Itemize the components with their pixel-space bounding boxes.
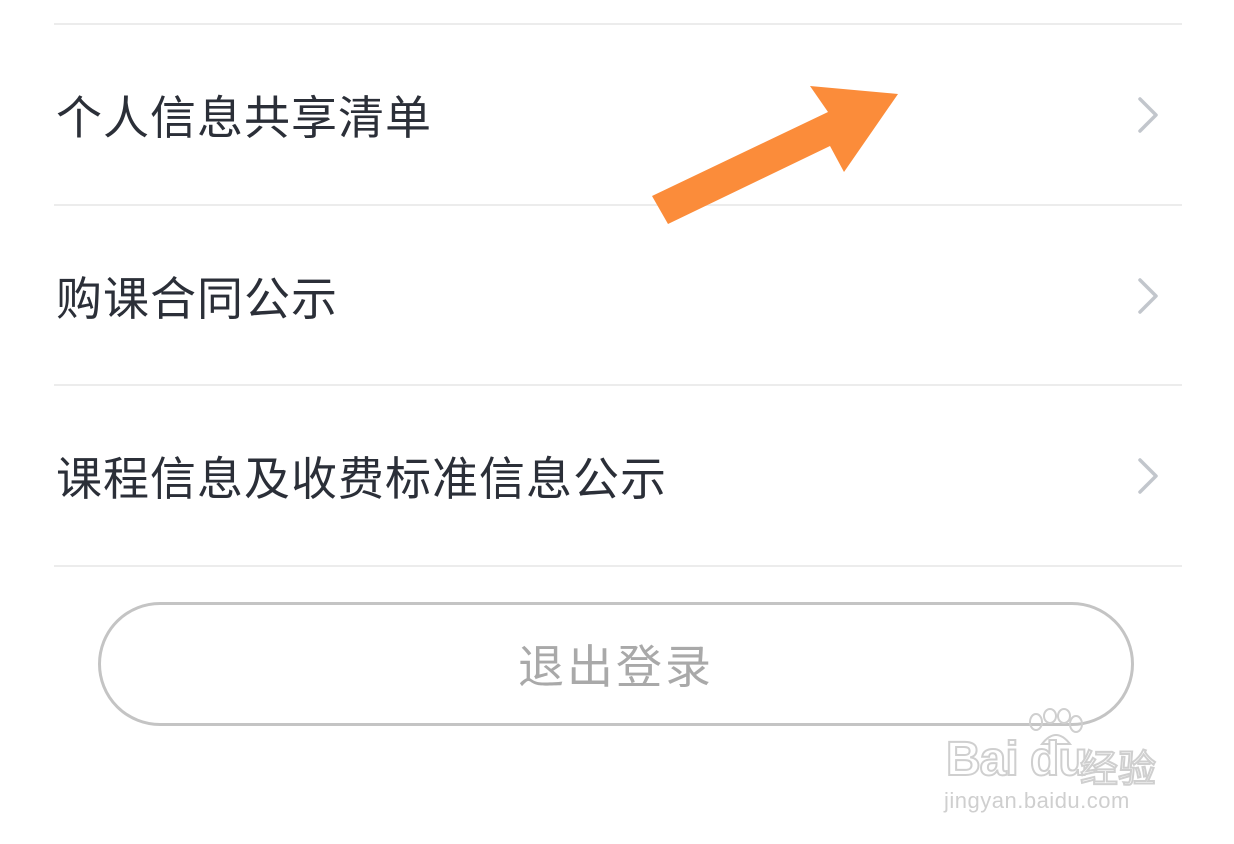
divider — [54, 204, 1182, 206]
menu-item-course-contract-notice[interactable]: 购课合同公示 — [0, 207, 1234, 385]
divider-top — [54, 23, 1182, 25]
menu-item-label: 购课合同公示 — [56, 272, 338, 326]
menu-item-course-fee-standard-notice[interactable]: 课程信息及收费标准信息公示 — [0, 387, 1234, 565]
watermark-brand: Bai du — [945, 732, 1089, 787]
chevron-right-icon — [1138, 458, 1158, 494]
divider — [54, 384, 1182, 386]
divider — [54, 565, 1182, 567]
logout-label: 退出登录 — [518, 640, 714, 694]
watermark-url: jingyan.baidu.com — [944, 788, 1130, 813]
watermark-product: 经验 — [1079, 746, 1157, 792]
chevron-right-icon — [1138, 278, 1158, 314]
menu-item-personal-info-sharing-list[interactable]: 个人信息共享清单 — [0, 26, 1234, 204]
menu-item-label: 课程信息及收费标准信息公示 — [56, 452, 667, 506]
chevron-right-icon — [1138, 97, 1158, 133]
menu-item-label: 个人信息共享清单 — [56, 91, 432, 145]
arrow-up-right-icon — [652, 86, 898, 224]
baidu-jingyan-watermark: Bai du 经验 jingyan.baidu.com — [940, 708, 1180, 820]
